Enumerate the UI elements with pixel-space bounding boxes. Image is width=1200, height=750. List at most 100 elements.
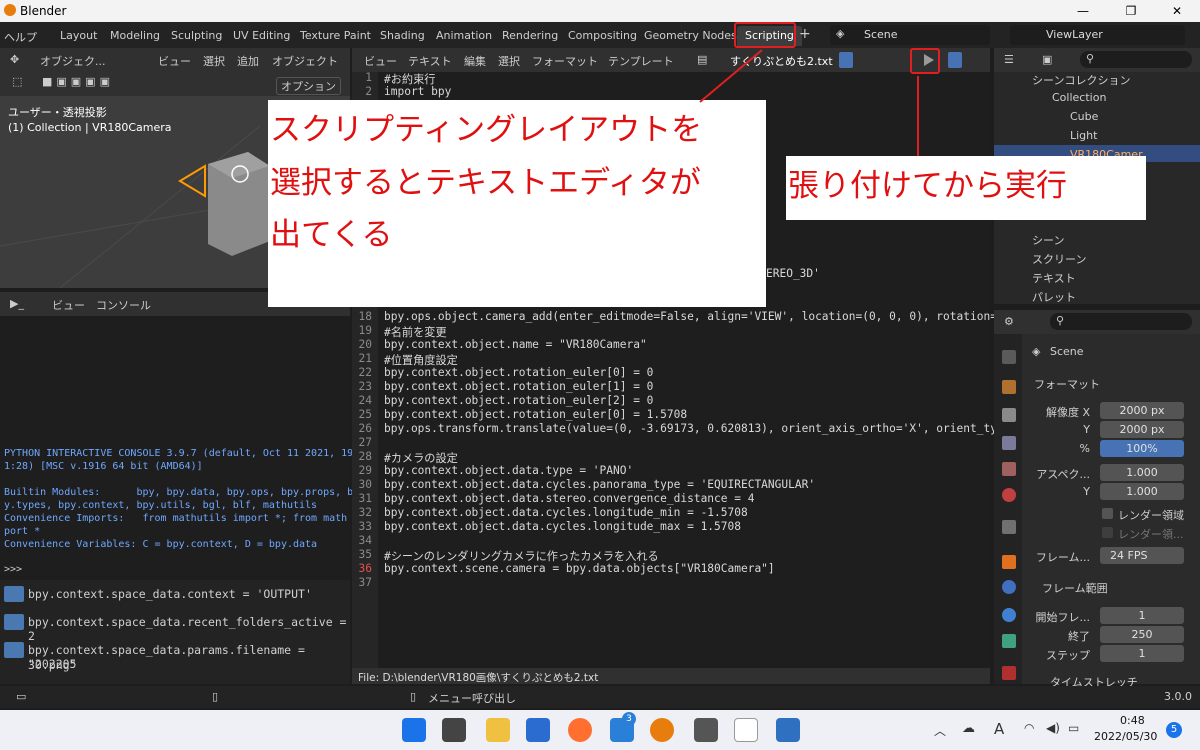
panel-frame-range-header[interactable]: フレーム範囲 [1042,580,1108,596]
tab-geometry-nodes[interactable]: Geometry Nodes [636,26,745,46]
code-line[interactable]: bpy.context.object.data.type = 'PANO' [384,464,633,477]
code-line[interactable]: bpy.context.object.data.cycles.longitude… [384,520,741,533]
text-menu-templates[interactable]: テンプレート [608,53,674,69]
display-mode-icon[interactable]: ▣ [1042,53,1052,66]
res-y-field[interactable]: 2000 px [1100,421,1184,438]
console-menu-view[interactable]: ビュー [52,297,85,313]
text-menu-select[interactable]: 選択 [498,53,520,69]
scene-tab-icon[interactable] [1002,462,1016,476]
notification-badge[interactable]: 5 [1166,722,1182,738]
aspect-x-field[interactable]: 1.000 [1100,464,1184,481]
help-menu[interactable]: ヘルプ [0,26,45,46]
select-box-icon[interactable]: ⬚ [12,75,22,88]
console-prompt[interactable]: >>> [4,564,28,575]
tab-animation[interactable]: Animation [428,26,500,46]
outliner-item-texts[interactable]: テキスト [1032,270,1076,286]
clock-date[interactable]: 2022/05/30 [1094,730,1157,743]
frame-end-field[interactable]: 250 [1100,626,1184,643]
tab-texture-paint[interactable]: Texture Paint [292,26,379,46]
task-view-icon[interactable] [442,718,466,742]
code-line[interactable]: bpy.context.object.rotation_euler[0] = 1… [384,408,687,421]
res-percentage-field[interactable]: 100% [1100,440,1184,457]
outliner-search-input[interactable]: ⚲ [1080,51,1192,68]
viewport-menu-object[interactable]: オブジェクト [272,53,338,69]
code-line[interactable]: bpy.context.object.data.stereo.convergen… [384,492,754,505]
view-layer-tab-icon[interactable] [1002,436,1016,450]
unity-icon[interactable] [694,718,718,742]
viewport-menu-view[interactable]: ビュー [158,53,191,69]
code-line[interactable]: bpy.ops.transform.translate(value=(0, -3… [384,422,997,435]
texture-tab-icon[interactable] [1002,666,1016,680]
properties-editor[interactable]: ⚙ ⚲ ◈ Scene フォーマット 解像度 X 2000 px Y 2000 … [994,310,1200,689]
code-line[interactable]: bpy.context.object.data.cycles.panorama_… [384,478,815,491]
physics-tab-icon[interactable] [1002,580,1016,594]
scene-selector[interactable]: ◈ Scene [830,25,990,45]
viewlayer-selector[interactable]: ViewLayer [1010,25,1185,45]
tab-layout[interactable]: Layout [52,26,105,46]
notepad-icon[interactable] [776,718,800,742]
code-line[interactable]: bpy.context.object.rotation_euler[2] = 0 [384,394,653,407]
object-tab-icon[interactable] [1002,555,1016,569]
crop-region-checkbox[interactable] [1102,527,1113,538]
chevron-up-icon[interactable]: ︿ [934,722,946,739]
console-editor-icon[interactable]: ▶_ [10,297,24,310]
aspect-y-field[interactable]: 1.000 [1100,483,1184,500]
tab-modeling[interactable]: Modeling [102,26,168,46]
outliner-scene-collection[interactable]: シーンコレクション [1032,72,1130,88]
text-filename[interactable]: すくりぷとめも2.txt [730,53,833,69]
ime-indicator[interactable]: A [994,720,1004,738]
outliner-item-light[interactable]: Light [1070,129,1097,142]
tab-rendering[interactable]: Rendering [494,26,566,46]
render-region-checkbox[interactable] [1102,508,1113,519]
text-menu-view[interactable]: ビュー [364,53,397,69]
python-console[interactable]: ▶_ ビュー コンソール PYTHON INTERACTIVE CONSOLE … [0,292,365,579]
app-icon[interactable] [734,718,758,742]
maximize-button[interactable]: ❐ [1108,0,1154,22]
panel-format-header[interactable]: フォーマット [1034,376,1100,392]
framerate-dropdown[interactable]: 24 FPS [1100,547,1184,564]
tab-compositing[interactable]: Compositing [560,26,645,46]
outliner-item-collection[interactable]: Collection [1052,91,1106,104]
code-line-current[interactable]: bpy.context.scene.camera = bpy.data.obje… [384,562,775,575]
blender-taskbar-icon[interactable] [650,718,674,742]
editor-type-icon[interactable]: ✥ [10,53,19,66]
text-menu-text[interactable]: テキスト [408,53,452,69]
viewport-menu-add[interactable]: 追加 [237,53,259,69]
code-line[interactable]: bpy.context.object.rotation_euler[0] = 0 [384,366,653,379]
store-icon[interactable] [526,718,550,742]
speaker-icon[interactable]: ◀) [1046,721,1060,735]
constraints-tab-icon[interactable] [1002,608,1016,622]
data-tab-icon[interactable] [1002,634,1016,648]
properties-search-input[interactable]: ⚲ [1050,313,1192,330]
cloud-icon[interactable]: ☁ [962,721,975,736]
text-menu-format[interactable]: フォーマット [532,53,598,69]
text-menu-edit[interactable]: 編集 [464,53,486,69]
fake-user-icon[interactable] [839,52,853,68]
world-tab-icon[interactable] [1002,488,1016,502]
tab-shading[interactable]: Shading [372,26,433,46]
tab-sculpting[interactable]: Sculpting [163,26,230,46]
res-x-field[interactable]: 2000 px [1100,402,1184,419]
mode-selector[interactable]: オブジェク... [40,53,106,69]
clock-time[interactable]: 0:48 [1120,714,1145,727]
outliner-editor-icon[interactable]: ☰ [1004,53,1014,66]
code-line[interactable]: bpy.context.object.name = "VR180Camera" [384,338,647,351]
code-line[interactable]: import bpy [384,85,451,98]
code-line-fragment[interactable]: EREO_3D' [766,267,820,280]
battery-icon[interactable]: ▭ [1068,721,1079,735]
outliner-item-cube[interactable]: Cube [1070,110,1098,123]
frame-start-field[interactable]: 1 [1100,607,1184,624]
start-button-icon[interactable] [402,718,426,742]
console-menu-console[interactable]: コンソール [96,297,151,313]
code-line[interactable]: bpy.context.object.rotation_euler[1] = 0 [384,380,653,393]
frame-step-field[interactable]: 1 [1100,645,1184,662]
tool-tab-icon[interactable] [1002,350,1016,364]
select-mode-icons[interactable]: ■▣▣▣▣ [42,75,114,88]
render-tab-icon[interactable] [1002,380,1016,394]
code-line[interactable]: bpy.context.object.data.cycles.longitude… [384,506,748,519]
outliner-item-scenes[interactable]: シーン [1032,232,1064,248]
output-tab-icon[interactable] [1002,408,1016,422]
outliner-item-palettes[interactable]: パレット [1032,289,1076,305]
minimize-button[interactable]: — [1060,0,1106,22]
line-numbers-toggle-icon[interactable] [948,52,962,68]
